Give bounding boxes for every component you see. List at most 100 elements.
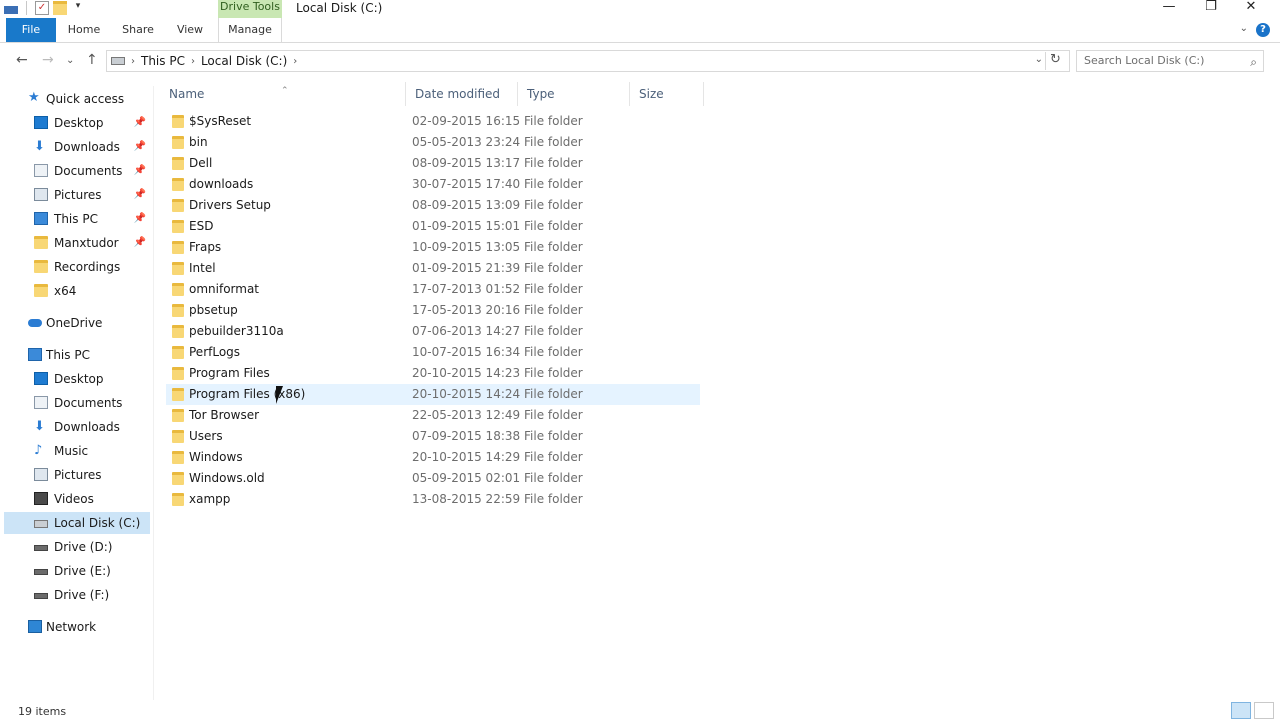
sidebar-item[interactable]: Documents 📌 <box>4 160 150 182</box>
pin-icon[interactable]: 📌 <box>134 208 146 230</box>
column-size-label: Size <box>639 87 664 101</box>
file-row[interactable]: Tor Browser 22-05-2013 12:49 File folder <box>166 405 700 426</box>
sidebar-item[interactable]: ⬇ Downloads <box>4 416 150 438</box>
file-row[interactable]: xampp 13-08-2015 22:59 File folder <box>166 489 700 510</box>
help-icon[interactable]: ? <box>1256 23 1270 37</box>
file-row[interactable]: Windows 20-10-2015 14:29 File folder <box>166 447 700 468</box>
sidebar-item[interactable]: Drive (D:) <box>4 536 150 558</box>
expand-ribbon-icon[interactable]: ⌄ <box>1240 23 1248 34</box>
column-header-name[interactable]: Name ⌃ <box>160 82 406 106</box>
sidebar-item[interactable]: This PC 📌 <box>4 208 150 230</box>
file-row[interactable]: Windows.old 05-09-2015 02:01 File folder <box>166 468 700 489</box>
sidebar-item-label: Documents <box>54 164 123 178</box>
address-dropdown-icon[interactable]: ⌄ <box>1035 54 1043 65</box>
tab-home[interactable]: Home <box>62 18 106 42</box>
tab-manage[interactable]: Manage <box>218 18 282 42</box>
column-date-label: Date modified <box>415 87 501 101</box>
sidebar-item[interactable]: Videos <box>4 488 150 510</box>
tab-share[interactable]: Share <box>116 18 160 42</box>
refresh-icon[interactable]: ↻ <box>1045 52 1065 70</box>
file-row[interactable]: Program Files 20-10-2015 14:23 File folder <box>166 363 700 384</box>
tab-view[interactable]: View <box>168 18 212 42</box>
nav-quick-access[interactable]: ★ Quick access <box>4 88 150 110</box>
pin-icon[interactable]: 📌 <box>134 136 146 158</box>
drive-app-icon[interactable] <box>4 5 18 14</box>
documents-icon <box>34 164 48 177</box>
sidebar-item[interactable]: Pictures <box>4 464 150 486</box>
minimize-button[interactable]: — <box>1146 0 1192 18</box>
folder-icon <box>172 346 184 359</box>
file-date-modified: 01-09-2015 21:39 <box>412 261 521 275</box>
file-date-modified: 20-10-2015 14:29 <box>412 450 521 464</box>
file-row[interactable]: Intel 01-09-2015 21:39 File folder <box>166 258 700 279</box>
file-row[interactable]: Users 07-09-2015 18:38 File folder <box>166 426 700 447</box>
file-row[interactable]: Program Files (x86) 20-10-2015 14:24 File … <box>166 384 700 405</box>
folder-icon <box>172 325 184 338</box>
column-header-type[interactable]: Type <box>518 82 630 106</box>
sidebar-item-label: Downloads <box>54 420 120 434</box>
breadcrumb-this-pc[interactable]: This PC <box>141 54 185 68</box>
sidebar-item[interactable]: Local Disk (C:) <box>4 512 150 534</box>
file-row[interactable]: Drivers Setup 08-09-2015 13:09 File folder <box>166 195 700 216</box>
file-date-modified: 17-05-2013 20:16 <box>412 303 521 317</box>
nav-onedrive[interactable]: OneDrive <box>4 312 150 334</box>
folder-icon <box>34 236 48 249</box>
sidebar-item[interactable]: Manxtudor 📌 <box>4 232 150 254</box>
sidebar-item[interactable]: ⬇ Downloads 📌 <box>4 136 150 158</box>
close-button[interactable]: ✕ <box>1228 0 1274 18</box>
new-folder-icon[interactable] <box>53 1 67 15</box>
pin-icon[interactable]: 📌 <box>134 184 146 206</box>
large-icons-view-button[interactable] <box>1254 702 1274 719</box>
sidebar-item[interactable]: Documents <box>4 392 150 414</box>
details-view-button[interactable] <box>1231 702 1251 719</box>
sidebar-item[interactable]: Drive (E:) <box>4 560 150 582</box>
sidebar-item[interactable]: Drive (F:) <box>4 584 150 606</box>
window-title: Local Disk (C:) <box>296 1 383 15</box>
qat-dropdown-icon[interactable]: ▾ <box>71 1 85 15</box>
file-row[interactable]: PerfLogs 10-07-2015 16:34 File folder <box>166 342 700 363</box>
folder-icon <box>172 367 184 380</box>
sidebar-item[interactable]: Desktop 📌 <box>4 112 150 134</box>
breadcrumb-local-disk[interactable]: Local Disk (C:) <box>201 54 287 68</box>
search-input[interactable]: Search Local Disk (C:) ⌕ <box>1076 50 1264 72</box>
up-icon[interactable]: ↑ <box>86 52 98 68</box>
file-row[interactable]: $SysReset 02-09-2015 16:15 File folder <box>166 111 700 132</box>
folder-icon <box>172 199 184 212</box>
tab-file[interactable]: File <box>6 18 56 42</box>
properties-icon[interactable]: ✓ <box>35 1 49 15</box>
breadcrumb-arrow-icon[interactable]: › <box>293 56 297 67</box>
pin-icon[interactable]: 📌 <box>134 232 146 254</box>
folder-icon <box>172 241 184 254</box>
sidebar-item[interactable]: Pictures 📌 <box>4 184 150 206</box>
nav-this-pc[interactable]: This PC <box>4 344 150 366</box>
column-header-size[interactable]: Size <box>630 82 704 106</box>
address-bar[interactable]: › This PC › Local Disk (C:) › ⌄ ↻ <box>106 50 1070 72</box>
search-icon[interactable]: ⌕ <box>1250 52 1257 72</box>
file-row[interactable]: ESD 01-09-2015 15:01 File folder <box>166 216 700 237</box>
sidebar-item[interactable]: Desktop <box>4 368 150 390</box>
pictures-icon <box>34 188 48 201</box>
nav-network[interactable]: Network <box>4 616 150 638</box>
sidebar-item[interactable]: Recordings <box>4 256 150 278</box>
file-row[interactable]: bin 05-05-2013 23:24 File folder <box>166 132 700 153</box>
breadcrumb-arrow-icon[interactable]: › <box>131 56 135 67</box>
breadcrumb-arrow-icon[interactable]: › <box>191 56 195 67</box>
local-disk-icon <box>34 520 48 528</box>
column-header-date[interactable]: Date modified <box>406 82 518 106</box>
sidebar-item[interactable]: x64 <box>4 280 150 302</box>
pin-icon[interactable]: 📌 <box>134 112 146 134</box>
file-row[interactable]: pbsetup 17-05-2013 20:16 File folder <box>166 300 700 321</box>
file-list: Name ⌃ Date modified Type Size $SysReset… <box>160 80 1280 700</box>
file-row[interactable]: omniformat 17-07-2013 01:52 File folder <box>166 279 700 300</box>
network-icon <box>28 620 42 633</box>
file-row[interactable]: downloads 30-07-2015 17:40 File folder <box>166 174 700 195</box>
file-row[interactable]: pebuilder3110a 07-06-2013 14:27 File folde… <box>166 321 700 342</box>
recent-locations-icon[interactable]: ⌄ <box>66 55 74 66</box>
sidebar-item[interactable]: ♪ Music <box>4 440 150 462</box>
status-bar: 19 items <box>0 700 1280 720</box>
file-row[interactable]: Dell 08-09-2015 13:17 File folder <box>166 153 700 174</box>
pin-icon[interactable]: 📌 <box>134 160 146 182</box>
file-row[interactable]: Fraps 10-09-2015 13:05 File folder <box>166 237 700 258</box>
back-icon[interactable]: ← <box>16 52 28 68</box>
forward-icon[interactable]: → <box>42 52 54 68</box>
